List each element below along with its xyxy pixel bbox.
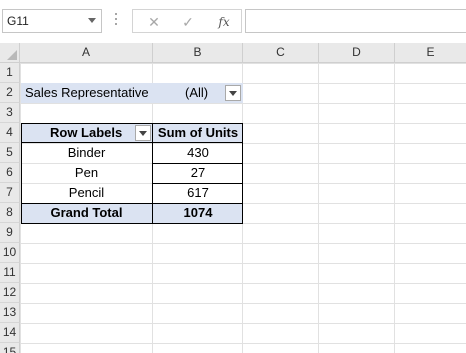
insert-function-icon[interactable]: fx: [211, 12, 237, 32]
pivot-filter-value[interactable]: (All): [185, 83, 225, 103]
formula-buttons: ✕ ✓ fx: [132, 9, 242, 33]
row-header-13[interactable]: 13: [0, 303, 20, 323]
cancel-icon[interactable]: ✕: [141, 12, 167, 32]
row-header-1[interactable]: 1: [0, 63, 20, 83]
enter-icon[interactable]: ✓: [175, 12, 201, 32]
pivot-item-value[interactable]: 617: [153, 183, 243, 203]
row-header-2[interactable]: 2: [0, 83, 20, 103]
formula-input[interactable]: [245, 9, 466, 33]
row-header-3[interactable]: 3: [0, 103, 20, 123]
row-labels-filter-icon[interactable]: [135, 125, 151, 141]
pivot-item-value[interactable]: 27: [153, 163, 243, 183]
grand-total-value[interactable]: 1074: [153, 203, 243, 223]
row-header-5[interactable]: 5: [0, 143, 20, 163]
filter-dropdown-icon[interactable]: [225, 85, 241, 101]
drag-handle-icon[interactable]: [114, 13, 118, 27]
chevron-down-icon[interactable]: [88, 18, 96, 23]
gridline: [394, 63, 395, 353]
row-header-15[interactable]: 15: [0, 343, 20, 353]
row-header-4[interactable]: 4: [0, 123, 20, 143]
column-header-a[interactable]: A: [20, 43, 153, 63]
pivot-item-label[interactable]: Pencil: [21, 183, 152, 203]
pivot-item-value[interactable]: 430: [153, 143, 243, 163]
formula-bar: G11 ✕ ✓ fx: [0, 0, 466, 40]
column-header-b[interactable]: B: [153, 43, 243, 63]
row-header-7[interactable]: 7: [0, 183, 20, 203]
pivot-item-label[interactable]: Binder: [21, 143, 152, 163]
column-header-c[interactable]: C: [243, 43, 319, 63]
grand-total-label[interactable]: Grand Total: [21, 203, 152, 223]
row-header-14[interactable]: 14: [0, 323, 20, 343]
column-header-d[interactable]: D: [319, 43, 395, 63]
row-header-6[interactable]: 6: [0, 163, 20, 183]
sum-of-units-header[interactable]: Sum of Units: [153, 123, 243, 143]
row-header-9[interactable]: 9: [0, 223, 20, 243]
name-box-value: G11: [7, 14, 29, 28]
select-all-button[interactable]: [0, 43, 20, 63]
row-header-11[interactable]: 11: [0, 263, 20, 283]
row-header-12[interactable]: 12: [0, 283, 20, 303]
row-labels-header[interactable]: Row Labels: [50, 123, 140, 143]
name-box[interactable]: G11: [2, 9, 102, 33]
column-header-e[interactable]: E: [395, 43, 466, 63]
pivot-item-label[interactable]: Pen: [21, 163, 152, 183]
gridline: [318, 63, 319, 353]
row-header-10[interactable]: 10: [0, 243, 20, 263]
row-header-8[interactable]: 8: [0, 203, 20, 223]
pivot-filter-label[interactable]: Sales Representative: [25, 83, 149, 103]
